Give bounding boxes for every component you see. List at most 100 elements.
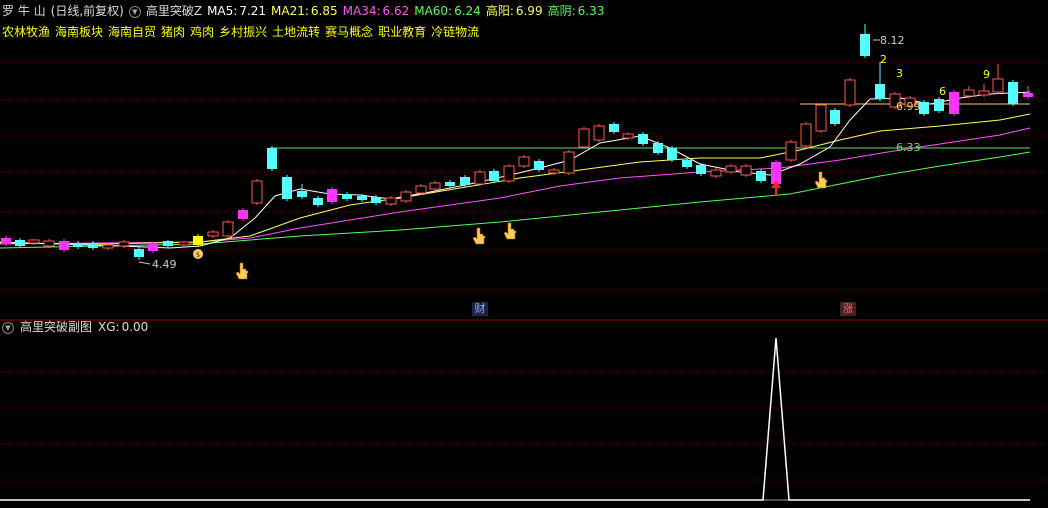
candle[interactable] (313, 196, 323, 207)
candle[interactable] (710, 168, 722, 178)
candle[interactable] (88, 241, 98, 250)
candlestick-chart[interactable]: $ 4.49 8.12 2 3 6 9 6.99 6.33 (0, 0, 1048, 508)
candle[interactable] (725, 164, 737, 174)
candle-body (474, 171, 486, 185)
candle[interactable] (267, 146, 277, 171)
candle-body (15, 240, 25, 246)
candle-body (785, 141, 797, 161)
candle[interactable] (489, 169, 499, 183)
candle[interactable] (429, 181, 441, 191)
candle-body (251, 180, 263, 204)
candle-body (28, 239, 40, 244)
candle[interactable] (163, 240, 173, 248)
candle[interactable] (73, 241, 83, 249)
candle[interactable] (1008, 80, 1018, 106)
candle[interactable] (609, 122, 619, 134)
candle[interactable] (875, 62, 885, 101)
candle[interactable] (297, 184, 307, 199)
candle[interactable] (667, 146, 677, 162)
candle[interactable] (563, 150, 575, 175)
candle[interactable] (222, 220, 234, 238)
sub-panel-title[interactable]: 高里突破副图 (20, 320, 92, 334)
candle[interactable] (251, 179, 263, 205)
candle[interactable] (949, 90, 959, 116)
candle[interactable] (178, 241, 190, 247)
candle-body (400, 191, 412, 202)
candle[interactable] (238, 208, 248, 221)
candle[interactable] (963, 86, 975, 98)
candle-body (73, 243, 83, 247)
candle-body (118, 241, 130, 247)
candle-body (489, 171, 499, 181)
candle[interactable] (800, 122, 812, 148)
low-arrow (138, 261, 151, 265)
candle[interactable] (400, 190, 412, 203)
candle-body (725, 165, 737, 173)
candle[interactable] (474, 170, 486, 186)
candle[interactable] (638, 132, 648, 146)
count-label-2: 2 (880, 53, 887, 66)
candle-body (563, 151, 575, 174)
candle[interactable] (1, 236, 11, 246)
candle[interactable] (653, 141, 663, 155)
candle-body (88, 243, 98, 248)
collapse-icon[interactable]: ▼ (2, 321, 14, 334)
candle[interactable] (193, 234, 203, 247)
candle[interactable] (207, 230, 219, 238)
zhang-badge[interactable]: 涨 (840, 302, 856, 316)
candle[interactable] (830, 108, 840, 126)
hand-pointer-icon (235, 262, 249, 280)
candle[interactable] (534, 159, 544, 172)
candle[interactable] (15, 238, 25, 248)
candle[interactable] (844, 78, 856, 107)
high-price-label: 8.12 (880, 34, 905, 47)
candle[interactable] (992, 64, 1004, 94)
candle[interactable] (682, 158, 692, 169)
candles-group[interactable] (1, 24, 1033, 260)
candle-body (445, 182, 455, 186)
candle[interactable] (919, 100, 929, 116)
candle-body (178, 241, 190, 246)
cai-badge[interactable]: 财 (472, 302, 488, 316)
candle[interactable] (503, 164, 515, 183)
candle[interactable] (740, 164, 752, 177)
candle[interactable] (978, 84, 990, 97)
candle[interactable] (578, 127, 590, 149)
candle[interactable] (134, 247, 144, 260)
candle-body (222, 221, 234, 237)
candle[interactable] (815, 103, 827, 133)
candle-body (357, 196, 367, 200)
candle-body (415, 185, 427, 194)
grid-lines (0, 61, 1048, 481)
candle[interactable] (327, 187, 337, 204)
candle[interactable] (756, 169, 766, 183)
candle[interactable] (934, 97, 944, 113)
high-yang-level-label: 6.99 (896, 100, 921, 113)
candle-body (815, 104, 827, 132)
candle-body (638, 134, 648, 144)
candle-body (740, 165, 752, 176)
candle-body (518, 156, 530, 167)
candle[interactable] (415, 184, 427, 195)
candle[interactable] (385, 196, 397, 206)
candle[interactable] (282, 175, 292, 201)
candle-body (548, 169, 560, 174)
candle-body (534, 161, 544, 170)
xg-label: XG: (98, 320, 120, 334)
candle[interactable] (148, 242, 158, 253)
candle[interactable] (518, 155, 530, 168)
candle[interactable] (785, 140, 797, 162)
candle[interactable] (860, 24, 870, 58)
ma34-line (0, 127, 1031, 245)
candle-body (653, 143, 663, 153)
candle[interactable] (342, 192, 352, 201)
candle-body (771, 162, 781, 184)
candle-body (267, 148, 277, 169)
count-label-3: 3 (896, 67, 903, 80)
count-label-6: 6 (939, 85, 946, 98)
candle-body (148, 244, 158, 251)
ma21-line (0, 113, 1031, 245)
candle-body (102, 244, 114, 249)
candle-body (207, 231, 219, 237)
candle[interactable] (593, 124, 605, 142)
